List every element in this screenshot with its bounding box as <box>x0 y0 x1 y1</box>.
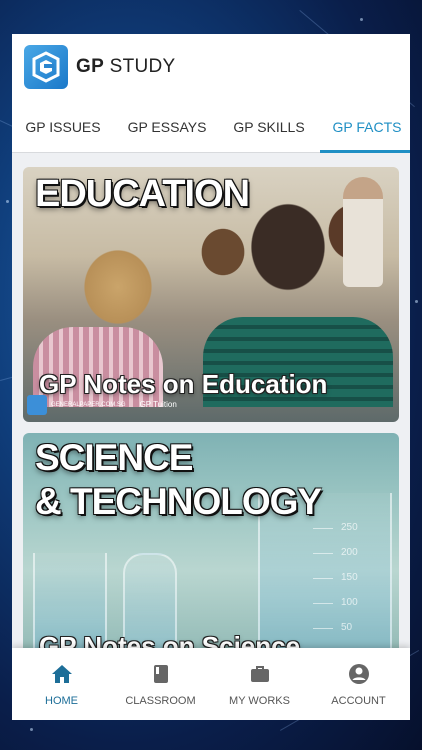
watermark: GENERALPAPER.COM.SG GP Tuition <box>27 395 177 415</box>
scale-tick <box>313 528 333 529</box>
scale-tick <box>313 628 333 629</box>
tab-bar: GP ISSUES GP ESSAYS GP SKILLS GP FACTS <box>12 100 410 153</box>
card-heading: EDUCATION <box>35 173 250 215</box>
bottom-navigation: HOME CLASSROOM MY WORKS ACCOUNT <box>12 648 410 720</box>
nav-my-works-label: MY WORKS <box>229 695 290 707</box>
nav-home[interactable]: HOME <box>12 648 111 720</box>
scale-label: 250 <box>341 522 358 533</box>
nav-account[interactable]: ACCOUNT <box>309 648 408 720</box>
book-icon <box>149 662 173 691</box>
scale-tick <box>313 603 333 604</box>
tab-gp-facts[interactable]: GP FACTS <box>320 100 410 152</box>
tab-gp-issues[interactable]: GP ISSUES <box>16 100 110 152</box>
scale-tick <box>313 578 333 579</box>
watermark-site: GENERALPAPER.COM.SG <box>51 401 126 408</box>
scale-label: 50 <box>341 622 353 633</box>
app-bar: GP STUDY <box>12 34 410 100</box>
scale-label: 200 <box>341 547 358 558</box>
home-icon <box>50 662 74 691</box>
card-science-technology[interactable]: 250 200 150 100 50 SCIENCE & TECHNOLOGY … <box>23 433 399 663</box>
briefcase-icon <box>248 662 272 691</box>
card-heading-line1: SCIENCE <box>35 437 193 478</box>
teacher-figure <box>343 177 383 287</box>
nav-my-works[interactable]: MY WORKS <box>210 648 309 720</box>
active-tab-indicator <box>320 150 410 153</box>
nav-classroom-label: CLASSROOM <box>125 695 196 707</box>
gp-logo-icon <box>24 45 68 89</box>
tab-gp-skills[interactable]: GP SKILLS <box>222 100 316 152</box>
scale-label: 150 <box>341 572 358 583</box>
nav-home-label: HOME <box>45 695 78 707</box>
card-education[interactable]: EDUCATION GP Notes on Education GENERALP… <box>23 167 399 422</box>
tab-gp-essays[interactable]: GP ESSAYS <box>120 100 214 152</box>
card-heading-line2: & TECHNOLOGY <box>35 481 322 522</box>
scale-tick <box>313 553 333 554</box>
scale-label: 100 <box>341 597 358 608</box>
account-icon <box>347 662 371 691</box>
nav-account-label: ACCOUNT <box>331 695 386 707</box>
watermark-brand: GP Tuition <box>139 400 177 409</box>
app-title: GP STUDY <box>76 56 176 77</box>
watermark-logo-icon <box>27 395 47 415</box>
app-screen: GP STUDY GP ISSUES GP ESSAYS GP SKILLS G… <box>12 34 410 720</box>
nav-classroom[interactable]: CLASSROOM <box>111 648 210 720</box>
